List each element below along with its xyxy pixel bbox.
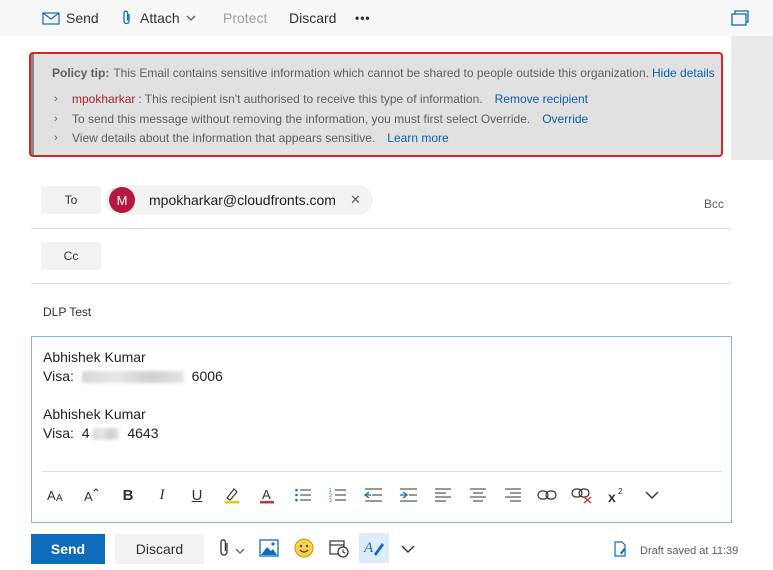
svg-text:A: A [363, 540, 374, 556]
link-icon[interactable] [535, 483, 559, 507]
editor-button[interactable]: A [359, 533, 389, 563]
command-toolbar: Send Attach Protect Discard ••• [0, 0, 773, 36]
cc-divider [31, 283, 732, 284]
editor-pen-icon: A [363, 537, 385, 560]
recipient-email: mpokharkar@cloudfronts.com [149, 192, 336, 208]
bold-icon[interactable]: B [116, 483, 140, 507]
align-right-icon[interactable] [501, 483, 525, 507]
svg-text:A: A [84, 489, 93, 503]
format-toolbar-divider [42, 471, 722, 472]
draft-saved-icon [613, 541, 627, 560]
discard-toolbar-button[interactable]: Discard [289, 0, 336, 36]
svg-text:A: A [262, 487, 271, 502]
schedule-button[interactable] [326, 536, 352, 562]
body-visa-line: Visa: 4 4643 [43, 425, 159, 441]
attach-toolbar-button[interactable]: Attach [122, 0, 196, 36]
more-format-icon[interactable] [640, 483, 664, 507]
visa-last-digits: 6006 [191, 368, 223, 384]
send-button[interactable]: Send [31, 534, 105, 564]
smiley-icon [294, 538, 314, 561]
calendar-clock-icon [329, 538, 349, 561]
bullets-icon[interactable] [291, 483, 315, 507]
body-name-line: Abhishek Kumar [43, 349, 146, 365]
align-center-icon[interactable] [466, 483, 490, 507]
draft-status: Draft saved at 11:39 [613, 541, 738, 560]
chevron-down-icon [235, 541, 245, 557]
policy-tip-highlight [29, 52, 723, 157]
protect-toolbar-button[interactable]: Protect [223, 0, 267, 36]
send-mail-icon [42, 11, 60, 25]
more-actions-button[interactable] [397, 538, 419, 560]
chevron-down-icon [186, 15, 196, 21]
italic-icon[interactable]: I [150, 483, 174, 507]
paperclip-icon [122, 10, 132, 26]
more-options-button[interactable]: ••• [355, 0, 371, 36]
svg-text:A: A [56, 493, 63, 503]
svg-text:2: 2 [618, 487, 623, 496]
numbering-icon[interactable]: 123 [326, 483, 350, 507]
pop-out-button[interactable] [731, 0, 749, 36]
to-divider [31, 228, 732, 229]
highlight-icon[interactable] [220, 483, 244, 507]
font-grow-icon[interactable]: A [80, 483, 104, 507]
message-body-editor[interactable]: Abhishek Kumar Visa: 6006 Abhishek Kumar… [31, 336, 732, 523]
close-icon[interactable]: ✕ [350, 192, 361, 208]
to-button[interactable]: To [41, 186, 101, 214]
image-icon [259, 538, 279, 560]
attach-button[interactable] [214, 537, 250, 561]
svg-text:A: A [47, 488, 56, 503]
attach-toolbar-label: Attach [140, 10, 180, 26]
subject-field[interactable]: DLP Test [43, 305, 91, 319]
remove-link-icon[interactable] [570, 483, 594, 507]
draft-status-text: Draft saved at 11:39 [640, 544, 739, 557]
send-toolbar-label: Send [66, 10, 99, 26]
paperclip-icon [219, 538, 231, 561]
font-color-icon[interactable]: A [255, 483, 279, 507]
insert-picture-button[interactable] [257, 537, 281, 561]
bcc-button[interactable]: Bcc [704, 197, 724, 211]
send-toolbar-button[interactable]: Send [42, 0, 99, 36]
align-left-icon[interactable] [431, 483, 455, 507]
chevron-down-icon [401, 541, 415, 557]
visa-last-digits: 4643 [127, 425, 159, 441]
visa-label: Visa: [43, 425, 74, 441]
emoji-button[interactable] [291, 536, 317, 562]
visa-label: Visa: [43, 368, 74, 384]
cc-button[interactable]: Cc [41, 242, 101, 270]
superscript-icon[interactable]: x2 [605, 483, 629, 507]
redacted-number [81, 371, 184, 384]
avatar: M [109, 187, 135, 213]
pop-out-icon [731, 10, 749, 26]
body-visa-line: Visa: 6006 [43, 368, 223, 384]
underline-icon[interactable]: U [185, 483, 209, 507]
side-panel-stripe [731, 36, 773, 160]
font-size-icon[interactable]: AA [45, 483, 69, 507]
visa-first-digit: 4 [81, 425, 90, 441]
body-name-line: Abhishek Kumar [43, 406, 146, 422]
redacted-number [93, 428, 120, 441]
svg-text:x: x [608, 489, 616, 504]
svg-text:3: 3 [329, 498, 332, 503]
decrease-indent-icon[interactable] [361, 483, 385, 507]
recipient-chip[interactable]: M mpokharkar@cloudfronts.com ✕ [105, 185, 373, 215]
increase-indent-icon[interactable] [396, 483, 420, 507]
discard-button[interactable]: Discard [115, 534, 204, 564]
